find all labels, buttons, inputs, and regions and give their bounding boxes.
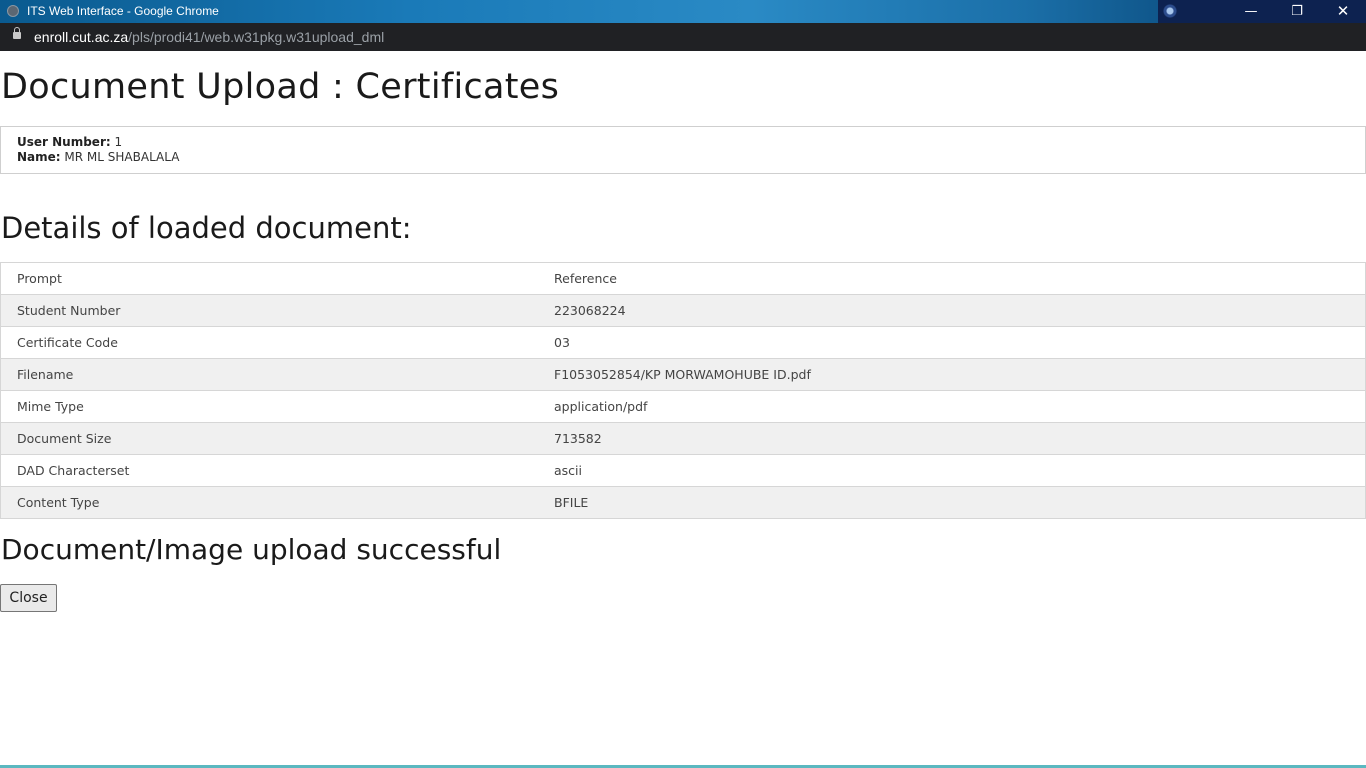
- user-name-line: Name: MR ML SHABALALA: [17, 150, 1349, 165]
- row-prompt: Content Type: [0, 486, 538, 519]
- user-number-label: User Number:: [17, 135, 111, 149]
- table-row: Document Size 713582: [0, 422, 1366, 455]
- user-number-value: 1: [114, 135, 123, 149]
- row-prompt: Filename: [0, 358, 538, 391]
- restore-button[interactable]: ❐: [1274, 0, 1320, 23]
- row-prompt: Mime Type: [0, 390, 538, 423]
- table-row: Content Type BFILE: [0, 486, 1366, 519]
- row-prompt: Certificate Code: [0, 326, 538, 359]
- chrome-app-icon: [7, 5, 19, 17]
- user-info-box: User Number: 1 Name: MR ML SHABALALA: [0, 126, 1366, 174]
- url-text[interactable]: enroll.cut.ac.za/pls/prodi41/web.w31pkg.…: [34, 29, 384, 45]
- table-row: Mime Type application/pdf: [0, 390, 1366, 423]
- document-details-table: Prompt Reference Student Number 22306822…: [0, 262, 1366, 519]
- url-host: enroll.cut.ac.za: [34, 29, 129, 45]
- window-title: ITS Web Interface - Google Chrome: [27, 4, 219, 18]
- close-button[interactable]: Close: [0, 584, 57, 612]
- row-value: ascii: [538, 454, 1366, 487]
- lock-icon[interactable]: [13, 27, 21, 39]
- row-prompt: DAD Characterset: [0, 454, 538, 487]
- row-value: 03: [538, 326, 1366, 359]
- user-number-line: User Number: 1: [17, 135, 1349, 150]
- row-value: 713582: [538, 422, 1366, 455]
- window-title-bar: ITS Web Interface - Google Chrome — ❐ ✕: [0, 0, 1366, 23]
- minimize-button[interactable]: —: [1228, 0, 1274, 23]
- row-value: F1053052854/KP MORWAMOHUBE ID.pdf: [538, 358, 1366, 391]
- details-section-title: Details of loaded document:: [1, 211, 412, 245]
- row-value: BFILE: [538, 486, 1366, 519]
- address-bar[interactable]: enroll.cut.ac.za/pls/prodi41/web.w31pkg.…: [0, 23, 1366, 51]
- user-name-value: MR ML SHABALALA: [64, 150, 180, 164]
- row-value: 223068224: [538, 294, 1366, 327]
- table-row: Filename F1053052854/KP MORWAMOHUBE ID.p…: [0, 358, 1366, 391]
- page-content: Document Upload : Certificates User Numb…: [0, 51, 1366, 768]
- table-header-row: Prompt Reference: [0, 262, 1366, 295]
- row-prompt: Document Size: [0, 422, 538, 455]
- url-path: /pls/prodi41/web.w31pkg.w31upload_dml: [128, 29, 385, 45]
- table-row: Student Number 223068224: [0, 294, 1366, 327]
- table-row: DAD Characterset ascii: [0, 454, 1366, 487]
- row-prompt: Student Number: [0, 294, 538, 327]
- page-title: Document Upload : Certificates: [1, 67, 560, 107]
- user-name-label: Name:: [17, 150, 61, 164]
- close-window-button[interactable]: ✕: [1320, 0, 1366, 23]
- header-prompt: Prompt: [0, 262, 538, 295]
- upload-status-message: Document/Image upload successful: [1, 533, 502, 566]
- header-reference: Reference: [538, 262, 1366, 295]
- row-value: application/pdf: [538, 390, 1366, 423]
- table-row: Certificate Code 03: [0, 326, 1366, 359]
